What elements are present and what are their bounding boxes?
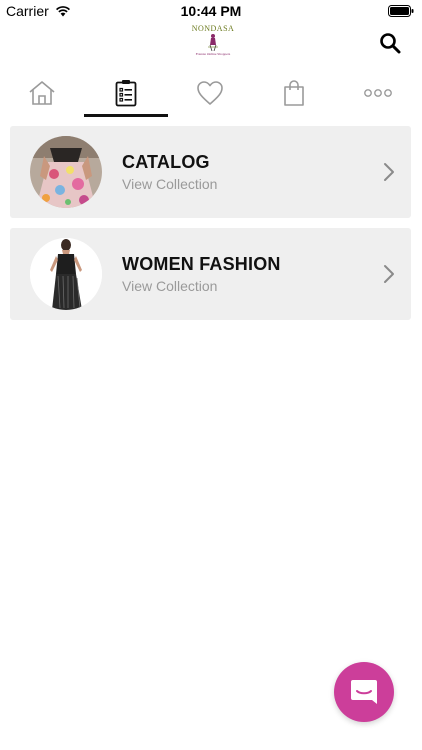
collection-subtitle: View Collection bbox=[122, 176, 218, 192]
collection-title: WOMEN FASHION bbox=[122, 254, 281, 274]
home-icon bbox=[29, 81, 55, 105]
more-dots-icon bbox=[364, 89, 392, 97]
shopping-bag-icon bbox=[284, 80, 304, 106]
logo-figure-icon bbox=[208, 34, 218, 51]
collection-subtitle: View Collection bbox=[122, 278, 218, 294]
collection-row-catalog[interactable]: CATALOG View Collection bbox=[10, 126, 411, 218]
search-button[interactable] bbox=[378, 31, 404, 57]
chat-icon bbox=[351, 680, 377, 704]
heart-icon bbox=[197, 81, 223, 105]
logo-title: NONDASA bbox=[191, 24, 235, 33]
search-icon bbox=[380, 33, 401, 54]
collection-thumbnail bbox=[30, 238, 102, 310]
app-screen: Carrier 10:44 PM NONDASA Fransie Online … bbox=[0, 0, 422, 750]
collection-thumbnail bbox=[30, 136, 102, 208]
chevron-right-icon bbox=[384, 265, 394, 283]
tab-home[interactable] bbox=[0, 70, 84, 116]
clipboard-list-icon bbox=[115, 80, 137, 107]
active-tab-indicator bbox=[84, 114, 168, 117]
tab-catalog[interactable] bbox=[84, 70, 168, 116]
chevron-right-icon bbox=[384, 163, 394, 181]
status-time: 10:44 PM bbox=[180, 3, 242, 19]
collection-row-women-fashion[interactable]: WOMEN FASHION View Collection bbox=[10, 228, 411, 320]
tab-more[interactable] bbox=[336, 70, 420, 116]
brand-logo[interactable]: NONDASA Fransie Online Shoppers bbox=[190, 24, 236, 58]
tab-bag[interactable] bbox=[252, 70, 336, 116]
status-bar: Carrier 10:44 PM bbox=[0, 0, 422, 22]
tab-bar bbox=[0, 70, 422, 116]
collection-title: CATALOG bbox=[122, 152, 210, 172]
tab-wishlist[interactable] bbox=[168, 70, 252, 116]
app-header: NONDASA Fransie Online Shoppers bbox=[0, 22, 422, 64]
battery-icon bbox=[388, 4, 414, 20]
collections-list: CATALOG View Collection WOMEN FASHION Vi… bbox=[10, 126, 411, 330]
chat-button[interactable] bbox=[334, 662, 394, 722]
logo-subtitle: Fransie Online Shoppers bbox=[195, 52, 231, 56]
